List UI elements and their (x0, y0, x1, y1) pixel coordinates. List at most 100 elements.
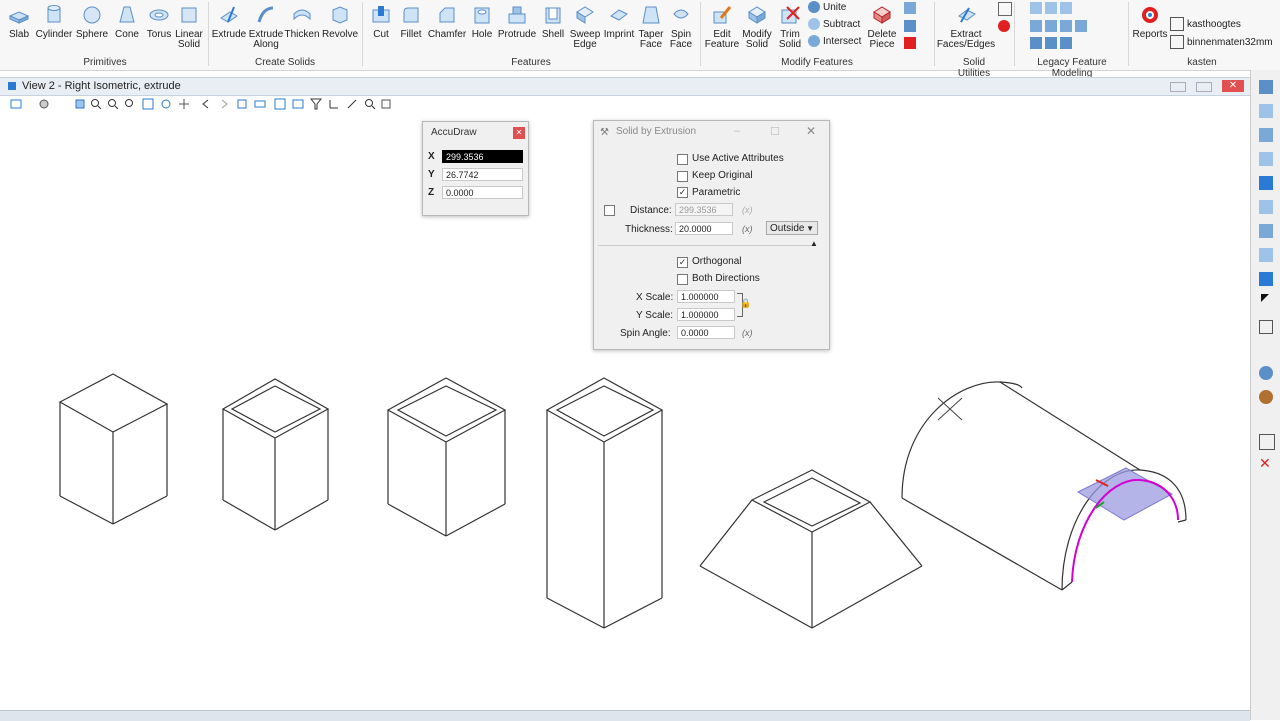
tool-icon[interactable] (1259, 434, 1275, 450)
torus-button[interactable]: Torus (144, 0, 174, 40)
close-view-button[interactable]: ✕ (1222, 80, 1244, 92)
keep-original-checkbox[interactable] (677, 171, 688, 182)
hole-button[interactable]: Hole (468, 0, 496, 40)
both-directions-checkbox[interactable] (677, 274, 688, 285)
clip-volume-icon[interactable] (254, 98, 266, 110)
accudraw-x-field[interactable]: 299.3536 (442, 150, 523, 163)
extract-faces-edges-button[interactable]: Extract Faces/Edges (934, 0, 998, 50)
subtract-button[interactable]: Subtract (808, 18, 860, 30)
sweep-edge-button[interactable]: Sweep Edge (568, 0, 602, 50)
tool-icon[interactable] (1259, 272, 1273, 286)
thickness-direction-dropdown[interactable]: Outside ▼ (766, 221, 818, 235)
reports-button[interactable]: Reports (1132, 0, 1168, 40)
taper-face-button[interactable]: Taper Face (636, 0, 666, 50)
zoom-in-icon[interactable] (90, 98, 102, 110)
edit-feature-button[interactable]: Edit Feature (704, 0, 740, 50)
pan-view-icon[interactable] (178, 98, 190, 110)
delete-piece-button[interactable]: Delete Piece (864, 0, 900, 50)
legacy-row-2[interactable] (1030, 20, 1087, 32)
cylinder-button[interactable]: Cylinder (34, 0, 74, 40)
accudraw-z-field[interactable]: 0.0000 (442, 186, 523, 199)
accudraw-close-button[interactable]: ✕ (513, 127, 525, 139)
utility-tool-2[interactable] (998, 20, 1010, 32)
chamfer-button[interactable]: Chamfer (428, 0, 466, 40)
shell-button[interactable]: Shell (538, 0, 568, 40)
revolve-button[interactable]: Revolve (322, 0, 358, 40)
linear-solid-button[interactable]: Linear Solid (174, 0, 204, 50)
distance-field[interactable]: 299.3536 (675, 203, 733, 216)
distance-lock-checkbox[interactable] (604, 205, 615, 216)
restore-button[interactable] (1196, 82, 1212, 92)
close-dialog-button[interactable]: ✕ (806, 124, 816, 138)
use-active-attributes-checkbox[interactable] (677, 154, 688, 165)
trim-solid-button[interactable]: Trim Solid (774, 0, 806, 50)
filter-icon[interactable] (310, 98, 322, 110)
view-next-icon[interactable] (218, 98, 230, 110)
minimize-button[interactable]: – (734, 125, 740, 137)
slab-button[interactable]: Slab (6, 0, 32, 40)
sphere-button[interactable]: Sphere (76, 0, 108, 40)
zoom-out-icon[interactable] (107, 98, 119, 110)
levels-icon[interactable] (346, 98, 358, 110)
tool-icon[interactable] (1259, 224, 1273, 238)
settings-icon[interactable] (380, 98, 392, 110)
tool-icon[interactable] (1259, 390, 1273, 404)
imprint-button[interactable]: Imprint (602, 0, 636, 40)
update-view-icon[interactable] (74, 98, 86, 110)
modify-solid-button[interactable]: Modify Solid (740, 0, 774, 50)
distance-expression-button[interactable]: (x) (742, 205, 753, 215)
x-scale-field[interactable]: 1.000000 (677, 290, 735, 303)
thicken-button[interactable]: Thicken (284, 0, 320, 40)
utility-tool-1[interactable] (998, 2, 1012, 16)
thickness-expression-button[interactable]: (x) (742, 224, 753, 234)
orthogonal-checkbox[interactable]: ✓ (677, 257, 688, 268)
spin-expression-button[interactable]: (x) (742, 328, 753, 338)
kasthoogtes-item[interactable]: kasthoogtes (1170, 17, 1241, 31)
tool-icon[interactable] (1259, 176, 1273, 190)
hand-icon[interactable] (1259, 366, 1273, 380)
tool-icon[interactable] (1259, 104, 1273, 118)
extrude-button[interactable]: Extrude (212, 0, 246, 40)
modify-tool-1[interactable] (904, 2, 916, 14)
view-attributes-icon[interactable] (10, 98, 22, 110)
tool-icon[interactable] (1259, 200, 1273, 214)
binnenmaten-item[interactable]: binnenmaten32mm (1170, 35, 1273, 49)
modify-tool-2[interactable] (904, 20, 916, 32)
spin-face-button[interactable]: Spin Face (666, 0, 696, 50)
legacy-row-3[interactable] (1030, 37, 1072, 49)
cut-button[interactable]: Cut (368, 0, 394, 40)
extrude-along-button[interactable]: Extrude Along (248, 0, 284, 50)
axis-icon[interactable] (328, 98, 340, 110)
minimize-button[interactable] (1170, 82, 1186, 92)
fence-icon[interactable] (274, 98, 286, 110)
window-area-icon[interactable] (124, 98, 136, 110)
modify-tool-3[interactable] (904, 37, 916, 49)
maximize-button[interactable]: ☐ (770, 125, 780, 138)
lock-icon[interactable]: 🔒 (740, 298, 751, 309)
fit-view-icon[interactable] (142, 98, 154, 110)
tool-icon[interactable] (1259, 152, 1273, 166)
collapse-arrow-icon[interactable]: ▲ (810, 239, 818, 248)
thickness-field[interactable]: 20.0000 (675, 222, 733, 235)
legacy-row-1[interactable] (1030, 2, 1072, 14)
display-style-icon[interactable] (38, 98, 50, 110)
copy-view-icon[interactable] (236, 98, 248, 110)
unite-button[interactable]: Unite (808, 1, 846, 13)
rotate-view-icon[interactable] (160, 98, 172, 110)
view-rotation-icon[interactable] (292, 98, 304, 110)
intersect-button[interactable]: Intersect (808, 35, 861, 47)
tool-icon[interactable] (1259, 80, 1273, 94)
tool-icon[interactable] (1259, 320, 1273, 334)
y-scale-field[interactable]: 1.000000 (677, 308, 735, 321)
parametric-checkbox[interactable]: ✓ (677, 187, 688, 198)
protrude-button[interactable]: Protrude (498, 0, 536, 40)
accudraw-y-field[interactable]: 26.7742 (442, 168, 523, 181)
search-icon[interactable] (364, 98, 376, 110)
cone-button[interactable]: Cone (112, 0, 142, 40)
spin-angle-field[interactable]: 0.0000 (677, 326, 735, 339)
delete-icon[interactable]: ✕ (1259, 456, 1271, 470)
tool-icon[interactable] (1259, 248, 1273, 262)
fillet-button[interactable]: Fillet (396, 0, 426, 40)
tool-icon[interactable] (1259, 128, 1273, 142)
view-previous-icon[interactable] (200, 98, 212, 110)
